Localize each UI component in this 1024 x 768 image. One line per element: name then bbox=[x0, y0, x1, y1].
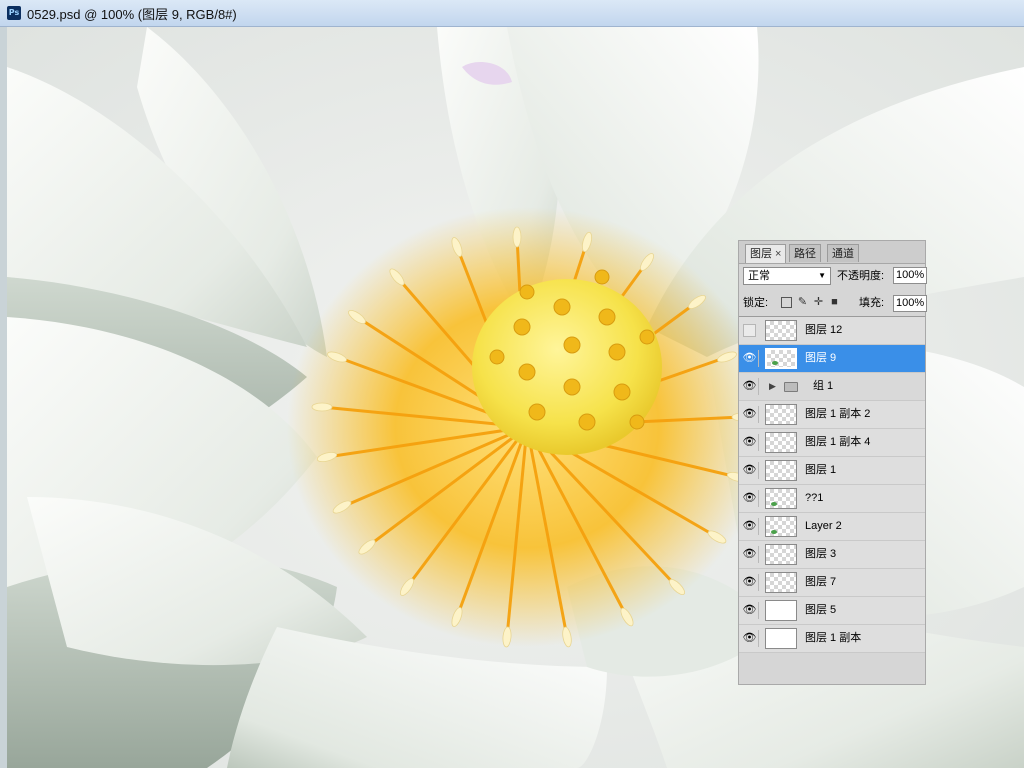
tab-layers-label: 图层 bbox=[750, 248, 772, 260]
eye-icon[interactable]: 👁 bbox=[741, 546, 759, 563]
layer-thumbnail bbox=[765, 432, 797, 453]
layer-row[interactable]: 👁 图层 1 副本 4 bbox=[739, 429, 925, 457]
layer-thumbnail bbox=[765, 572, 797, 593]
fill-label: 填充: bbox=[859, 297, 885, 309]
eye-icon[interactable]: 👁 bbox=[741, 630, 759, 647]
tab-channels[interactable]: 通道 bbox=[827, 244, 859, 262]
eye-icon[interactable]: 👁 bbox=[741, 378, 759, 395]
lock-brush-icon[interactable]: ✎ bbox=[797, 297, 808, 308]
opacity-input[interactable]: 100% bbox=[893, 267, 927, 284]
tab-layers[interactable]: 图层 × bbox=[745, 244, 787, 263]
layer-name: 图层 1 bbox=[805, 464, 837, 476]
tab-paths[interactable]: 路径 bbox=[789, 244, 821, 262]
layer-row[interactable]: 👁 图层 3 bbox=[739, 541, 925, 569]
expand-arrow-icon[interactable]: ▶ bbox=[769, 381, 776, 392]
eye-icon[interactable]: 👁 bbox=[741, 602, 759, 619]
layer-row[interactable]: 👁 图层 1 副本 2 bbox=[739, 401, 925, 429]
layer-thumbnail bbox=[765, 600, 797, 621]
layer-row[interactable]: 👁 ??1 bbox=[739, 485, 925, 513]
layers-panel: 图层 × 路径 通道 正常 ▼ 不透明度: 100% 锁定: ✎ ✛ ■ 填充: … bbox=[738, 240, 927, 685]
thumbnail-content bbox=[771, 530, 777, 534]
layer-name: 图层 9 bbox=[805, 352, 837, 364]
close-icon[interactable]: × bbox=[775, 248, 781, 260]
blend-row: 正常 ▼ 不透明度: 100% bbox=[743, 267, 927, 287]
document-title: 0529.psd @ 100% (图层 9, RGB/8#) bbox=[27, 6, 237, 22]
eye-icon[interactable]: 👁 bbox=[741, 490, 759, 507]
photoshop-icon: Ps bbox=[7, 6, 21, 20]
document-title-bar[interactable]: Ps 0529.psd @ 100% (图层 9, RGB/8#) bbox=[0, 0, 1024, 27]
eye-icon[interactable]: 👁 bbox=[741, 462, 759, 479]
layer-row-selected[interactable]: 👁 图层 9 bbox=[739, 345, 925, 373]
lock-row: 锁定: ✎ ✛ ■ 填充: 100% bbox=[743, 294, 927, 314]
layer-name: 图层 1 副本 bbox=[805, 632, 862, 644]
layer-thumbnail bbox=[765, 544, 797, 565]
layer-row[interactable]: 👁 图层 7 bbox=[739, 569, 925, 597]
layer-thumbnail bbox=[765, 488, 797, 509]
opacity-label: 不透明度: bbox=[837, 270, 885, 282]
layer-thumbnail bbox=[765, 628, 797, 649]
lock-label: 锁定: bbox=[743, 297, 769, 309]
layer-list: 图层 12 👁 图层 9 👁 ▶ 组 1 👁 图层 1 副本 2 👁 图层 1 … bbox=[739, 316, 925, 653]
lock-transparent-icon[interactable] bbox=[781, 297, 792, 308]
layer-name: 图层 5 bbox=[805, 604, 837, 616]
eye-icon[interactable]: 👁 bbox=[741, 574, 759, 591]
group-name: 组 1 bbox=[813, 380, 834, 392]
eye-icon[interactable]: 👁 bbox=[741, 434, 759, 451]
layer-name: Layer 2 bbox=[805, 520, 842, 532]
lock-all-icon[interactable]: ■ bbox=[829, 297, 840, 308]
tab-paths-label: 路径 bbox=[794, 248, 816, 260]
layer-thumbnail bbox=[765, 516, 797, 537]
blend-mode-value: 正常 bbox=[748, 270, 770, 282]
layer-row[interactable]: 👁 图层 1 副本 bbox=[739, 625, 925, 653]
panel-tabs: 图层 × 路径 通道 bbox=[739, 241, 925, 264]
layer-row[interactable]: 👁 图层 5 bbox=[739, 597, 925, 625]
fill-input[interactable]: 100% bbox=[893, 295, 927, 312]
layer-name: 图层 3 bbox=[805, 548, 837, 560]
folder-icon bbox=[784, 382, 798, 392]
layer-name: ??1 bbox=[805, 492, 824, 504]
layer-row[interactable]: 👁 图层 1 bbox=[739, 457, 925, 485]
eye-icon[interactable]: 👁 bbox=[741, 350, 759, 367]
layer-row[interactable]: 图层 12 bbox=[739, 317, 925, 345]
layer-group-row[interactable]: 👁 ▶ 组 1 bbox=[739, 373, 925, 401]
layer-row[interactable]: 👁 Layer 2 bbox=[739, 513, 925, 541]
layer-name: 图层 12 bbox=[805, 324, 843, 336]
layer-thumbnail bbox=[765, 404, 797, 425]
chevron-down-icon: ▼ bbox=[818, 271, 826, 280]
layer-name: 图层 1 副本 2 bbox=[805, 408, 871, 420]
thumbnail-content bbox=[771, 502, 777, 506]
eye-icon[interactable]: 👁 bbox=[741, 406, 759, 423]
eye-icon[interactable]: 👁 bbox=[741, 518, 759, 535]
layer-thumbnail bbox=[765, 460, 797, 481]
layer-thumbnail bbox=[765, 348, 797, 369]
visibility-toggle[interactable] bbox=[743, 324, 756, 337]
tab-channels-label: 通道 bbox=[832, 248, 854, 260]
blend-mode-select[interactable]: 正常 ▼ bbox=[743, 267, 831, 285]
layer-name: 图层 7 bbox=[805, 576, 837, 588]
layer-thumbnail bbox=[765, 320, 797, 341]
lock-move-icon[interactable]: ✛ bbox=[813, 297, 824, 308]
layer-name: 图层 1 副本 4 bbox=[805, 436, 871, 448]
thumbnail-content bbox=[772, 361, 778, 365]
